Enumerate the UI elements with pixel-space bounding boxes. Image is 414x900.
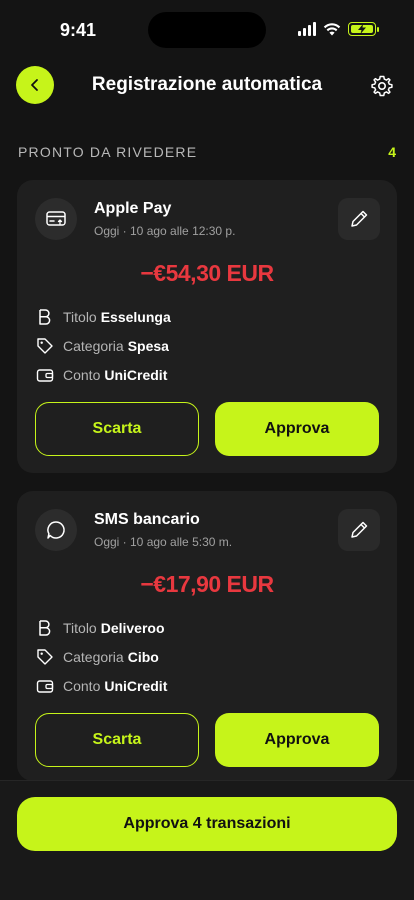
detail-title: Titolo Deliveroo	[35, 617, 165, 639]
wifi-icon	[323, 23, 341, 36]
status-bar: 9:41	[0, 0, 414, 56]
pending-count: 4	[388, 144, 396, 160]
amount: −€54,30 EUR	[140, 260, 274, 286]
detail-title: Titolo Esselunga	[35, 306, 171, 328]
approve-button[interactable]: Approva	[215, 713, 379, 767]
battery-icon	[348, 22, 379, 36]
signal-icon	[298, 22, 316, 36]
gear-icon	[371, 75, 393, 97]
discard-button[interactable]: Scarta	[35, 402, 199, 456]
edit-button[interactable]	[338, 198, 380, 240]
detail-account: Conto UniCredit	[35, 364, 167, 386]
detail-category: Categoria Cibo	[35, 646, 159, 668]
detail-account: Conto UniCredit	[35, 675, 167, 697]
source-icon-wrap	[35, 198, 77, 240]
status-icons	[298, 22, 379, 36]
status-time: 9:41	[60, 20, 97, 40]
tag-icon	[35, 336, 55, 356]
text-b-icon	[35, 618, 55, 638]
wallet-icon	[35, 365, 55, 385]
transaction-card: Apple Pay Oggi · 10 ago alle 12:30 p. −€…	[17, 180, 397, 473]
page-title: Registrazione automatica	[91, 74, 323, 95]
transaction-date: Oggi · 10 ago alle 12:30 p.	[94, 224, 236, 238]
settings-button[interactable]	[370, 74, 394, 98]
approve-all-button[interactable]: Approva 4 transazioni	[17, 797, 397, 851]
amount: −€17,90 EUR	[140, 571, 274, 597]
section-header: PRONTO DA RIVEDERE 4	[18, 144, 396, 164]
discard-button[interactable]: Scarta	[35, 713, 199, 767]
detail-category: Categoria Spesa	[35, 335, 169, 357]
approve-button[interactable]: Approva	[215, 402, 379, 456]
dynamic-island	[148, 12, 266, 48]
transaction-date: Oggi · 10 ago alle 5:30 m.	[94, 535, 233, 549]
message-icon	[47, 521, 65, 539]
tag-icon	[35, 647, 55, 667]
pencil-icon	[351, 210, 368, 227]
section-title: PRONTO DA RIVEDERE	[18, 144, 198, 160]
transaction-card: SMS bancario Oggi · 10 ago alle 5:30 m. …	[17, 491, 397, 781]
header: Registrazione automatica	[0, 66, 414, 106]
wallet-icon	[35, 676, 55, 696]
source-name: SMS bancario	[94, 511, 200, 528]
card-icon	[46, 211, 66, 226]
pencil-icon	[351, 521, 368, 538]
source-icon-wrap	[35, 509, 77, 551]
edit-button[interactable]	[338, 509, 380, 551]
text-b-icon	[35, 307, 55, 327]
source-name: Apple Pay	[94, 200, 172, 217]
